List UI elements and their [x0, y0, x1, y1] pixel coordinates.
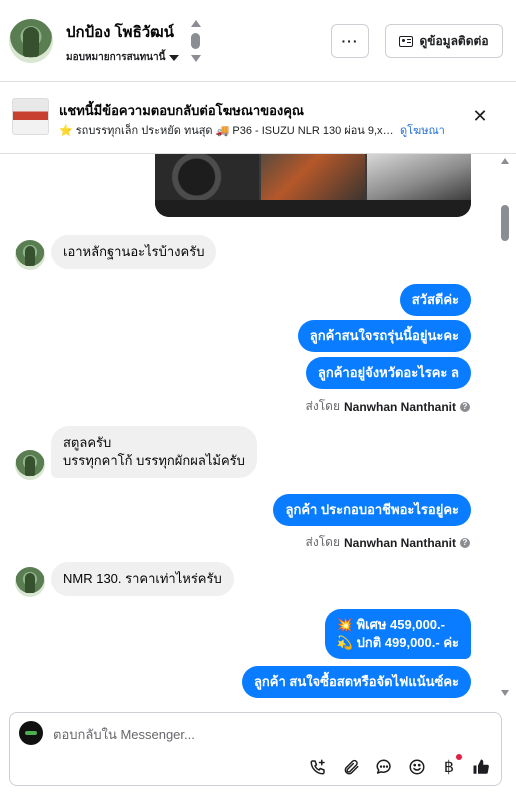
scroll-up-arrow[interactable] [501, 158, 509, 164]
contact-card-icon [399, 35, 414, 47]
saved-replies-icon[interactable] [373, 756, 395, 778]
contact-avatar[interactable] [9, 19, 53, 63]
contact-avatar-small[interactable] [15, 567, 45, 597]
emoji-icon[interactable] [406, 756, 428, 778]
reply-input[interactable] [53, 725, 483, 743]
sender-name: Nanwhan Nanthanit [343, 535, 456, 550]
ad-thumbnail [12, 98, 49, 135]
message-thread: เอาหลักฐานอะไรบ้างครับ สวัสดีค่ะ ลูกค้าส… [0, 154, 497, 704]
caret-down-icon [169, 54, 180, 61]
info-icon[interactable]: ? [460, 537, 470, 548]
sent-by-label: ส่งโดย Nanwhan Nanthanit ? [306, 397, 470, 416]
assign-conversation-dropdown[interactable]: มอบหมายการสนทนานี้ [66, 50, 180, 65]
scroll-down-arrow[interactable] [501, 690, 509, 696]
notification-dot [456, 754, 462, 760]
outgoing-message: 💥 พิเศษ 459,000.- 💫 ปกติ 499,000.- ค่ะ [324, 609, 471, 659]
incoming-message: สตูลครับ บรรทุกคาโก้ บรรทุกผักผลไม้ครับ [51, 426, 257, 478]
sender-name: Nanwhan Nanthanit [343, 399, 456, 414]
outgoing-message: ลูกค้าสนใจรถรุ่นนี้อยู่นะคะ [297, 320, 471, 352]
contact-avatar-small[interactable] [15, 240, 45, 270]
info-icon[interactable]: ? [460, 401, 470, 412]
call-add-icon[interactable] [307, 756, 329, 778]
outgoing-message: สวัสดีค่ะ [399, 284, 471, 316]
incoming-message: เอาหลักฐานอะไรบ้างครับ [51, 235, 217, 269]
view-ad-link[interactable]: ดูโฆษณา [400, 121, 445, 139]
previous-conversation-icon[interactable] [191, 20, 201, 27]
sent-by-label: ส่งโดย Nanwhan Nanthanit ? [306, 533, 470, 552]
contact-avatar-small[interactable] [15, 450, 45, 480]
incoming-message: NMR 130. ราคาเท่าไหร่ครับ [51, 562, 234, 596]
outgoing-message: ลูกค้า ประกอบอาชีพอะไรอยู่คะ [273, 494, 471, 526]
view-contact-info-label: ดูข้อมูลติดต่อ [419, 33, 489, 48]
page-avatar [19, 721, 43, 745]
more-options-button[interactable]: ··· [331, 24, 369, 58]
outgoing-message: ลูกค้า สนใจซื้อสดหรือจัดไฟแน้นซ์คะ [241, 666, 471, 698]
close-banner-icon[interactable]: ✕ [470, 106, 490, 126]
scrollbar-thumb[interactable] [501, 205, 509, 241]
outgoing-message: ลูกค้าอยู่จังหวัดอะไรคะ ล [305, 357, 471, 389]
attachment-icon[interactable] [340, 756, 362, 778]
truck-photo-attachment[interactable] [155, 154, 471, 217]
view-contact-info-button[interactable]: ดูข้อมูลติดต่อ [385, 24, 503, 58]
next-conversation-icon[interactable] [191, 55, 201, 62]
conversation-header: ปกป้อง โพธิวัฒน์ มอบหมายการสนทนานี้ ··· … [0, 0, 516, 82]
contact-name[interactable]: ปกป้อง โพธิวัฒน์ [66, 20, 174, 44]
ad-banner-subtitle: ⭐ รถบรรทุกเล็ก ประหยัด ทนสุด 🚚 P36 - ISU… [59, 125, 394, 137]
thumbs-up-icon[interactable] [470, 756, 492, 778]
ad-reply-banner: แชทนี้มีข้อความตอบกลับต่อโฆษณาของคุณ ⭐ ร… [0, 82, 516, 154]
ad-banner-title: แชทนี้มีข้อความตอบกลับต่อโฆษณาของคุณ [59, 103, 304, 118]
conversation-navigator-icon [191, 33, 200, 49]
assign-label: มอบหมายการสนทนานี้ [66, 52, 166, 63]
reply-composer: ฿ [9, 712, 502, 786]
